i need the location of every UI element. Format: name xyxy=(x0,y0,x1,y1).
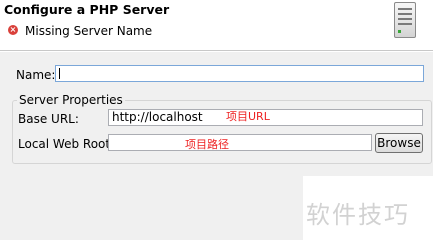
wizard-title: Configure a PHP Server xyxy=(4,2,170,17)
base-url-annotation: 项目URL xyxy=(226,110,270,123)
watermark-text: 软件技巧 xyxy=(306,201,410,229)
text-caret xyxy=(59,68,60,79)
local-web-root-input[interactable] xyxy=(108,134,372,151)
error-message: Missing Server Name xyxy=(25,24,153,38)
name-label: Name: xyxy=(16,68,56,82)
base-url-label: Base URL: xyxy=(18,112,79,126)
wizard-header: Configure a PHP Server × Missing Server … xyxy=(0,0,433,50)
error-icon: × xyxy=(8,25,18,35)
browse-button[interactable]: Browse xyxy=(375,133,423,153)
server-name-input[interactable] xyxy=(55,65,424,82)
header-divider xyxy=(0,50,433,52)
server-icon xyxy=(394,2,416,38)
server-properties-title: Server Properties xyxy=(17,93,125,107)
local-web-root-label: Local Web Root: xyxy=(18,137,115,151)
local-web-root-annotation: 项目路径 xyxy=(185,138,229,151)
